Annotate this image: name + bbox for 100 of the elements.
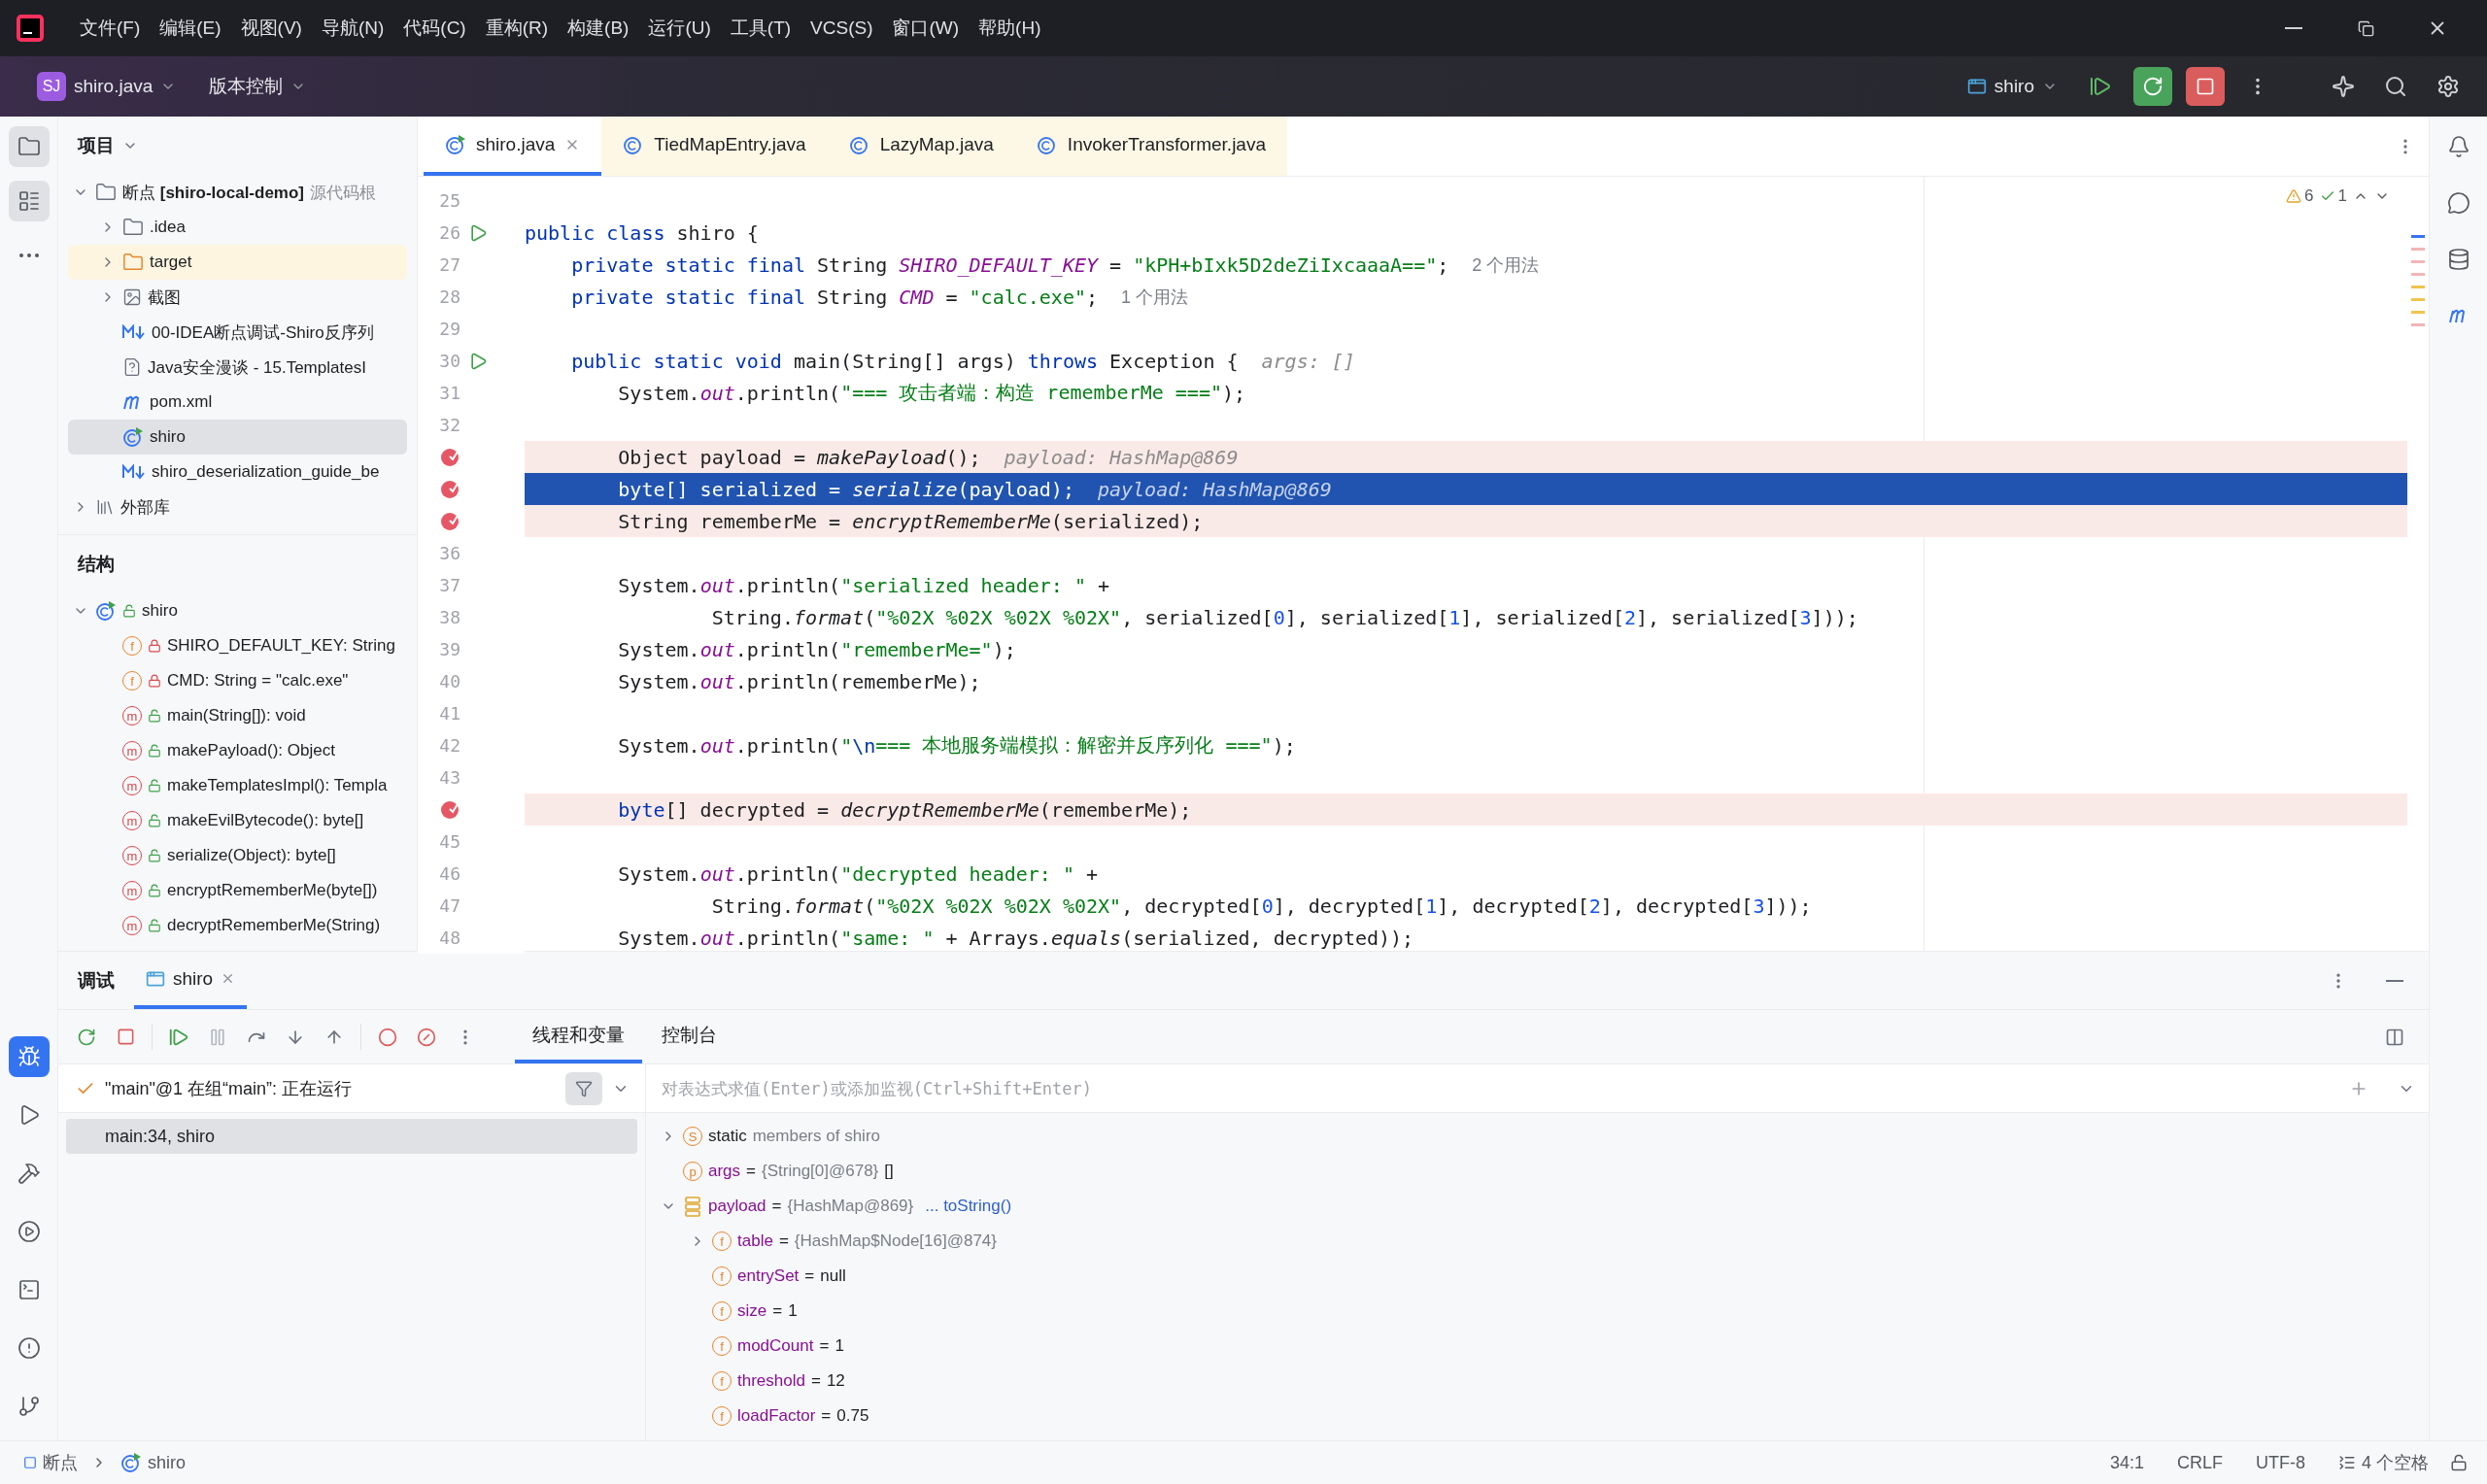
tree-item-label: pom.xml <box>150 392 213 412</box>
breakpoint-icon <box>439 446 460 468</box>
variable-row[interactable]: payload = {HashMap@869} ... toString() <box>646 1189 2429 1224</box>
sparkle-icon[interactable] <box>2332 75 2355 98</box>
to-string-link[interactable]: ... toString() <box>925 1197 1012 1216</box>
variable-value: null <box>820 1266 846 1286</box>
project-selector[interactable]: SJ shiro.java <box>27 66 187 107</box>
tree-item[interactable]: 断点 [shiro-local-demo] 源代码根 <box>68 175 407 210</box>
run-icon[interactable] <box>468 222 488 243</box>
structure-item[interactable]: m serialize(Object): byte[] <box>68 838 407 873</box>
tree-item[interactable]: 外部库 <box>68 489 407 524</box>
variable-row[interactable]: f size = 1 <box>646 1294 2429 1329</box>
passed-counter[interactable]: 1 <box>2319 186 2347 206</box>
tree-item[interactable]: 截图 <box>68 280 407 315</box>
variable-row[interactable]: f threshold = 12 <box>646 1364 2429 1399</box>
breakpoint-icon <box>439 478 460 500</box>
evaluate-field[interactable]: 对表达式求值(Enter)或添加监视(Ctrl+Shift+Enter) <box>646 1064 2429 1113</box>
app-logo[interactable] <box>16 14 45 43</box>
variable-row[interactable]: f entrySet = null <box>646 1259 2429 1294</box>
variable-row[interactable]: p args = {String[0]@678} [] <box>646 1154 2429 1189</box>
search-icon[interactable] <box>2384 75 2407 98</box>
folder-icon <box>17 135 41 158</box>
caret-position[interactable]: 34:1 <box>2097 1452 2156 1473</box>
breadcrumb[interactable]: 断点 <box>19 1451 82 1474</box>
variable-name: table <box>737 1231 773 1251</box>
rerun-icon[interactable] <box>77 1027 96 1047</box>
variable-row[interactable]: f table = {HashMap$Node[16]@874} <box>646 1224 2429 1259</box>
layout-icon[interactable] <box>2385 1027 2404 1047</box>
structure-item[interactable]: m main(String[]): void <box>68 698 407 733</box>
folder-tool-button[interactable] <box>8 126 50 167</box>
tree-item[interactable]: shiro <box>68 420 407 455</box>
menu-item[interactable]: 文件(F) <box>72 10 149 47</box>
run-icon[interactable] <box>468 351 488 371</box>
chat-icon[interactable] <box>2446 191 2470 215</box>
menu-item[interactable]: 导航(N) <box>313 10 392 47</box>
line-separator[interactable]: CRLF <box>2164 1452 2234 1473</box>
code-line: public class shiro { <box>525 219 760 247</box>
structure-item[interactable]: m makeEvilBytecode(): byte[] <box>68 803 407 838</box>
rerun-debug-button[interactable] <box>2133 67 2172 106</box>
settings-icon[interactable] <box>2436 75 2460 98</box>
indent-setting[interactable]: 4 个空格 <box>2327 1451 2440 1474</box>
mute-breakpoints-icon[interactable] <box>417 1027 436 1047</box>
tree-item-label: .idea <box>150 218 186 237</box>
view-tab[interactable]: 控制台 <box>644 1010 734 1063</box>
unlock-icon[interactable] <box>2450 1454 2468 1471</box>
stop-button[interactable] <box>2186 67 2225 106</box>
menu-item[interactable]: 编辑(E) <box>152 10 229 47</box>
menu-item[interactable]: 工具(T) <box>722 10 800 47</box>
vcs-menu[interactable]: 版本控制 <box>199 68 317 105</box>
variable-row[interactable]: f loadFactor = 0.75 <box>646 1399 2429 1433</box>
menu-item[interactable]: 视图(V) <box>232 10 310 47</box>
editor-tab[interactable]: TiedMapEntry.java <box>601 117 828 176</box>
structure-item[interactable]: shiro <box>68 593 407 628</box>
structure-item[interactable]: m decryptRememberMe(String) <box>68 908 407 943</box>
debug-session-tab[interactable]: shiro <box>134 952 248 1009</box>
tree-item[interactable]: shiro_deserialization_guide_be <box>68 455 407 489</box>
menu-item[interactable]: 帮助(H) <box>971 10 1049 47</box>
breadcrumb[interactable]: shiro <box>117 1452 189 1473</box>
structure-item[interactable]: f SHIRO_DEFAULT_KEY: String <box>68 628 407 663</box>
tree-item[interactable]: pom.xml <box>68 385 407 420</box>
panel-title: 调试 <box>78 968 115 993</box>
line-number: 29 <box>438 319 460 339</box>
stack-frame[interactable]: main:34, shiro <box>66 1119 637 1154</box>
file-encoding[interactable]: UTF-8 <box>2244 1452 2317 1473</box>
line-number: 27 <box>438 254 460 275</box>
structure-item-label: serialize(Object): byte[] <box>167 846 336 865</box>
editor-tab[interactable]: InvokerTransformer.java <box>1014 117 1287 176</box>
menu-item[interactable]: 构建(B) <box>560 10 637 47</box>
variable-reference: {HashMap@869} <box>787 1197 914 1216</box>
filter-button[interactable] <box>565 1071 602 1105</box>
variable-row[interactable]: S static members of shiro <box>646 1119 2429 1154</box>
notifications-icon[interactable] <box>2446 135 2470 158</box>
stop-icon[interactable] <box>116 1028 135 1046</box>
structure-item[interactable]: f CMD: String = "calc.exe" <box>68 663 407 698</box>
resume-icon[interactable] <box>2089 75 2112 98</box>
menu-item[interactable]: 代码(C) <box>395 10 474 47</box>
tree-item[interactable]: Java安全漫谈 - 15.TemplatesI <box>68 350 407 385</box>
minimize-icon[interactable] <box>2386 979 2403 982</box>
menu-item[interactable]: 窗口(W) <box>884 10 968 47</box>
run-configuration-selector[interactable]: shiro <box>1957 70 2067 103</box>
editor-tab[interactable]: LazyMap.java <box>827 117 1015 176</box>
structure-item[interactable]: m makePayload(): Object <box>68 733 407 768</box>
structure-tool-button[interactable] <box>8 181 50 221</box>
menu-item[interactable]: VCS(S) <box>802 12 881 45</box>
view-breakpoints-icon[interactable] <box>378 1027 397 1047</box>
warnings-counter[interactable]: 6 <box>2286 186 2314 206</box>
code-line: System.out.println("serialized header: " + <box>617 572 1111 599</box>
tree-item[interactable]: .idea <box>68 210 407 245</box>
variable-row[interactable]: f modCount = 1 <box>646 1329 2429 1364</box>
line-number: 39 <box>438 639 460 659</box>
menu-item[interactable]: 重构(R) <box>477 10 557 47</box>
tree-item[interactable]: 00-IDEA断点调试-Shiro反序列 <box>68 315 407 350</box>
menu-item[interactable]: 运行(U) <box>640 10 719 47</box>
structure-item[interactable]: m makeTemplatesImpl(): Templa <box>68 768 407 803</box>
bug-tool-button[interactable] <box>8 1036 50 1077</box>
code-line: String.format("%02X %02X %02X %02X", decrypted[0], decrypted[1], decrypted[2], decrypted[3])); <box>710 893 1813 920</box>
tree-item[interactable]: target <box>68 245 407 280</box>
database-icon[interactable] <box>2446 248 2470 271</box>
structure-item[interactable]: m encryptRememberMe(byte[]) <box>68 873 407 908</box>
line-number: 48 <box>438 928 460 948</box>
